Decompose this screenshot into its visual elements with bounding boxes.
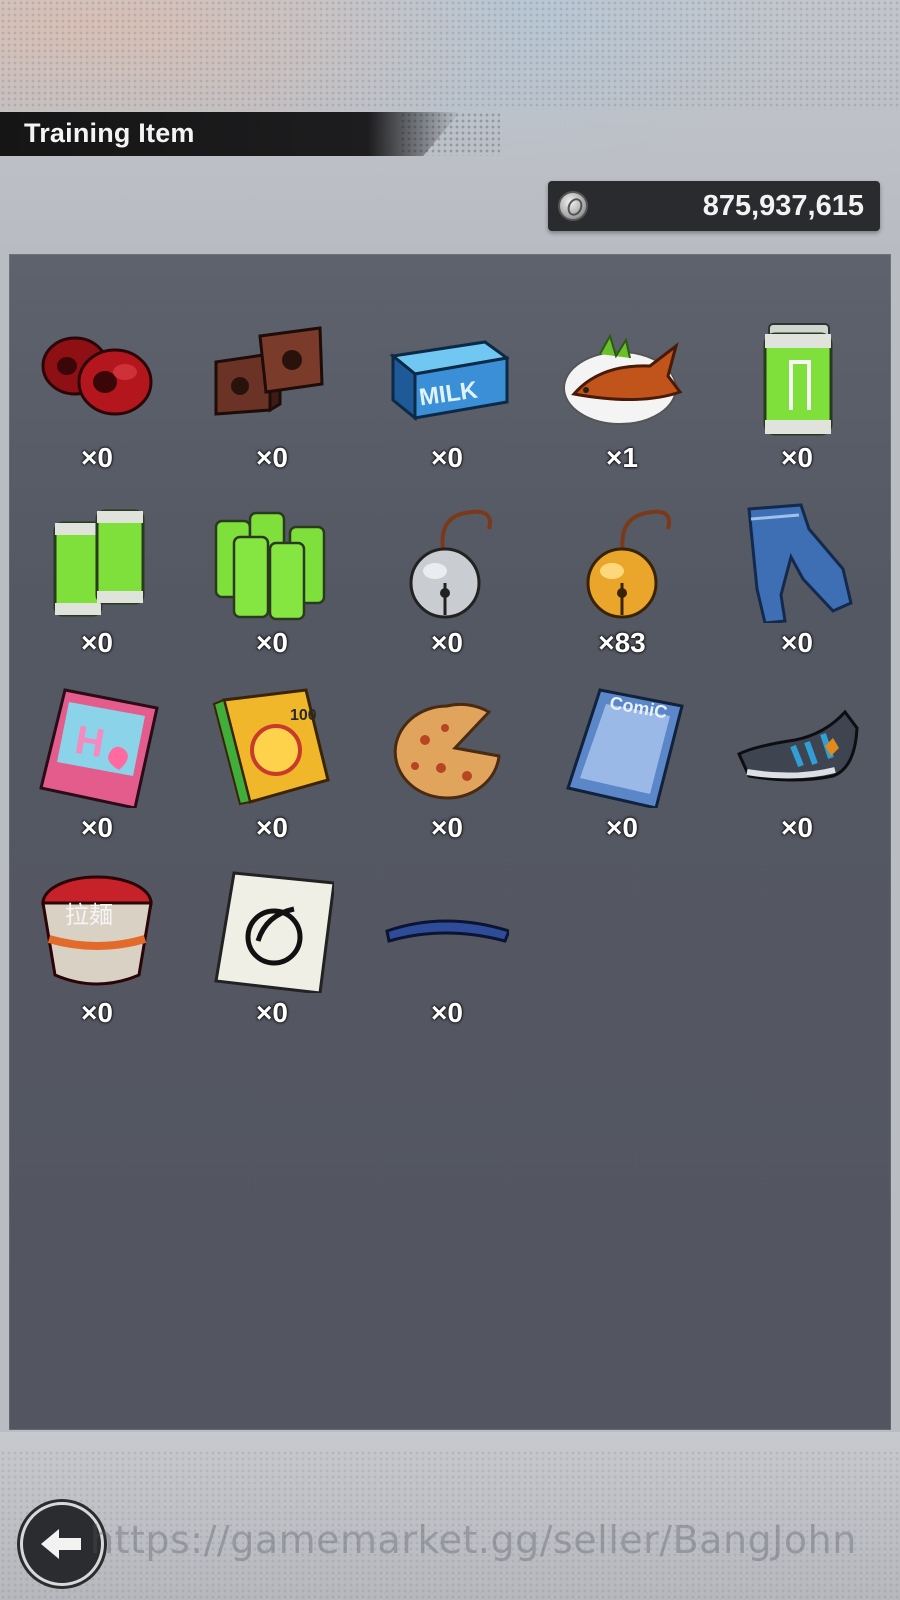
currency-display: 875,937,615 [548,181,880,231]
item-count: ×0 [256,812,288,843]
item-slot[interactable]: ×0 [727,499,867,669]
item-slot[interactable]: H ×0 [27,684,167,854]
item-slot[interactable]: ×0 [727,314,867,484]
item-slot[interactable]: 100 ×0 [202,684,342,854]
blue-band-icon [385,919,509,943]
ramen-cup-icon: 拉麺 [41,875,153,986]
svg-text:100: 100 [290,707,317,724]
item-panel: ×0 ×0 MILK ×0 ×1 ×0 ×0 ×0 ×0 ×83 ×0 H ×0… [9,254,891,1430]
item-slot[interactable]: ComiC ×0 [552,684,692,854]
battery-pack-icon [214,511,326,621]
shoe-icon [737,709,859,782]
item-count: ×1 [606,442,638,473]
currency-value: 875,937,615 [702,190,864,222]
item-slot[interactable]: ×0 [377,869,517,1039]
joke-book-icon: 100 [212,688,330,806]
item-count: ×0 [81,627,113,658]
item-count: ×0 [81,812,113,843]
item-slot[interactable]: ×0 [27,314,167,484]
item-count: ×0 [431,997,463,1028]
page-title: Training Item [24,118,195,148]
symbol-card-icon [214,871,334,993]
item-count: ×0 [256,997,288,1028]
jeans-icon [747,503,853,623]
item-grid: ×0 ×0 MILK ×0 ×1 ×0 ×0 ×0 ×0 ×83 ×0 H ×0… [27,314,887,1034]
item-count: ×0 [256,627,288,658]
item-count: ×0 [781,442,813,473]
item-count: ×0 [256,442,288,473]
item-slot[interactable]: ×0 [202,869,342,1039]
item-count: ×83 [598,627,646,658]
coin-icon [558,191,588,221]
item-slot[interactable]: ×0 [202,499,342,669]
item-slot[interactable]: ×0 [27,499,167,669]
item-slot[interactable]: ×1 [552,314,692,484]
item-slot[interactable]: ×0 [377,499,517,669]
item-count: ×0 [81,442,113,473]
item-count: ×0 [781,812,813,843]
red-weights-icon [41,336,153,416]
watermark: https://gamemarket.gg/seller/BangJohn [90,1518,857,1562]
item-count: ×0 [81,997,113,1028]
svg-text:拉麺: 拉麺 [65,901,113,929]
halftone-pattern [0,0,900,110]
item-count: ×0 [431,442,463,473]
silver-bell-icon [409,509,492,619]
item-count: ×0 [606,812,638,843]
item-count: ×0 [781,627,813,658]
item-slot[interactable]: 拉麺 ×0 [27,869,167,1039]
battery-icon [763,323,833,436]
item-count: ×0 [431,627,463,658]
fish-dish-icon [563,333,683,425]
item-slot[interactable]: ×0 [727,684,867,854]
milk-carton-icon: MILK [389,340,509,422]
gold-bell-icon [586,509,671,619]
item-slot[interactable]: ×0 [202,314,342,484]
pink-magazine-icon: H [39,688,159,808]
item-slot[interactable]: MILK ×0 [377,314,517,484]
item-count: ×0 [431,812,463,843]
bricks-icon [214,326,324,416]
pizza-icon [393,702,501,800]
battery-pair-icon [53,509,145,617]
item-slot[interactable]: ×83 [552,499,692,669]
item-slot[interactable]: ×0 [377,684,517,854]
comic-book-icon: ComiC [566,688,684,808]
back-arrow-icon [41,1529,81,1559]
